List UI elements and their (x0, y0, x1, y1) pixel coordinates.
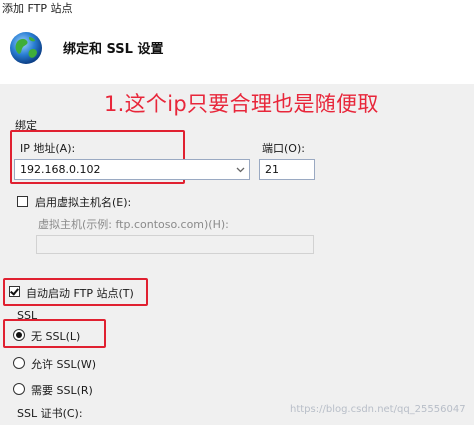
port-value: 21 (265, 163, 279, 176)
allow-ssl-radio[interactable] (13, 357, 25, 369)
watermark: https://blog.csdn.net/qq_25556047 (290, 404, 466, 415)
no-ssl-radio[interactable] (13, 329, 25, 341)
virtual-host-input[interactable] (36, 235, 314, 254)
port-input[interactable]: 21 (259, 159, 315, 180)
require-ssl-radio[interactable] (13, 383, 25, 395)
no-ssl-label: 无 SSL(L) (31, 330, 81, 343)
ip-address-label: IP 地址(A): (20, 142, 76, 155)
virtual-host-checkbox[interactable] (17, 196, 28, 207)
chevron-down-icon[interactable] (235, 164, 246, 175)
annotation-text: 1.这个ip只要合理也是随便取 (104, 92, 379, 116)
page-title: 绑定和 SSL 设置 (63, 42, 164, 57)
autostart-checkbox[interactable] (9, 286, 20, 297)
autostart-label: 自动启动 FTP 站点(T) (26, 287, 134, 300)
require-ssl-label: 需要 SSL(R) (31, 384, 93, 397)
globe-icon (10, 32, 42, 64)
virtual-host-label: 虚拟主机(示例: ftp.contoso.com)(H): (38, 218, 229, 231)
ip-address-value: 192.168.0.102 (20, 163, 101, 176)
ssl-certificate-label: SSL 证书(C): (17, 407, 83, 420)
port-label: 端口(O): (262, 142, 305, 155)
virtual-host-checkbox-label: 启用虚拟主机名(E): (35, 196, 132, 209)
allow-ssl-label: 允许 SSL(W) (31, 358, 97, 371)
ip-address-combobox[interactable]: 192.168.0.102 (14, 159, 250, 180)
